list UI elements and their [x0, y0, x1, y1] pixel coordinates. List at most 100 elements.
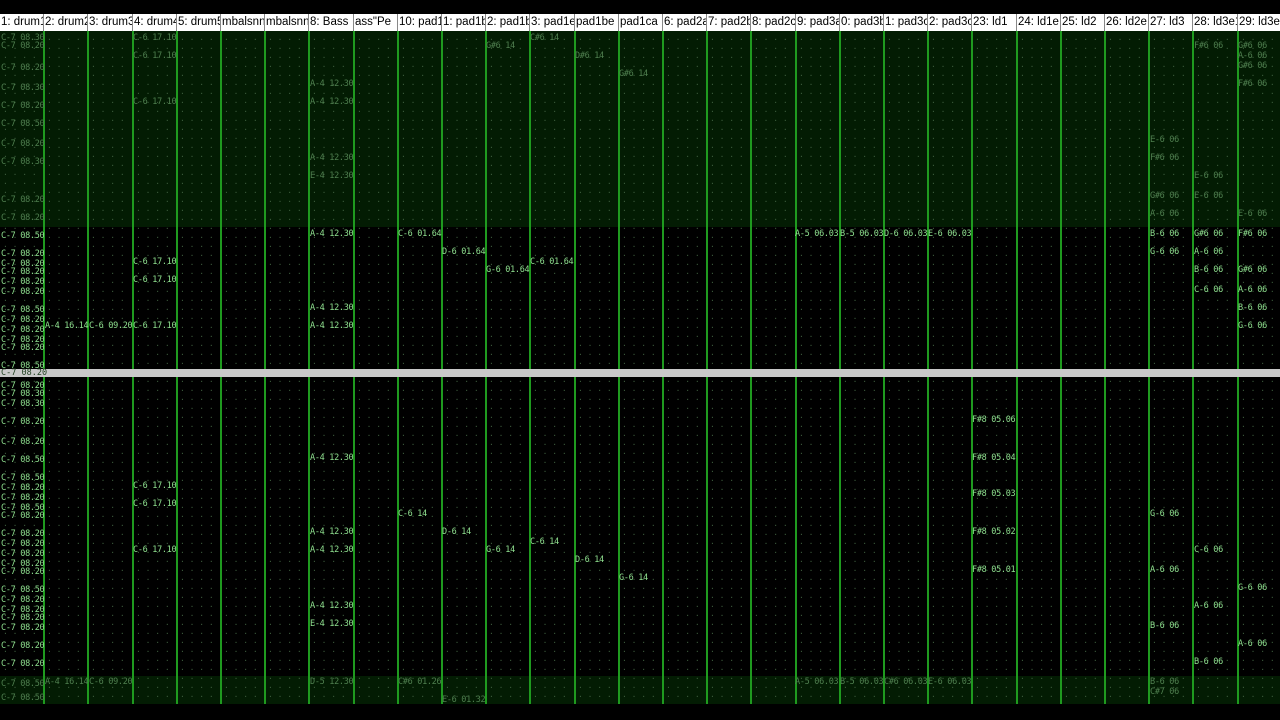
note-cell[interactable]: C-6 17.10	[133, 98, 177, 107]
channel-header-4[interactable]: 4: drum4	[133, 14, 177, 31]
channel-header-16[interactable]: 6: pad2a	[663, 14, 707, 31]
note-cell[interactable]: G-6 06	[1238, 584, 1267, 593]
row-note-cell[interactable]: C-7 08.20	[1, 550, 45, 559]
note-cell[interactable]: F#6 06	[1150, 154, 1179, 163]
row-note-cell[interactable]: C-7 08.20	[1, 288, 45, 297]
row-note-cell[interactable]: C-7 08.20	[1, 196, 45, 205]
row-note-cell[interactable]: C-7 08.20	[1, 540, 45, 549]
row-note-cell[interactable]: C-7 08.50	[1, 456, 45, 465]
note-cell[interactable]: E-6 06	[1150, 136, 1179, 145]
channel-header-17[interactable]: 7: pad2b	[707, 14, 751, 31]
row-note-cell[interactable]: C-7 08.30	[1, 84, 45, 93]
note-cell[interactable]: A-4 12.30	[310, 602, 354, 611]
note-cell[interactable]: F#8 05.04	[972, 454, 1016, 463]
note-cell[interactable]: D#6 14	[575, 52, 604, 61]
channel-header-5[interactable]: 5: drum5	[177, 14, 221, 31]
note-cell[interactable]: A-4 12.30	[310, 98, 354, 107]
playback-cursor-row[interactable]	[0, 369, 1280, 377]
note-cell[interactable]: F#8 05.02	[972, 528, 1016, 537]
channel-header-11[interactable]: 1: pad1b	[442, 14, 486, 31]
row-note-cell[interactable]: C-7 08.20	[1, 102, 45, 111]
note-cell[interactable]: A-4 12.30	[310, 454, 354, 463]
channel-header-9[interactable]: ass"Pe	[354, 14, 398, 31]
row-note-cell[interactable]: C-7 08.20	[1, 614, 45, 623]
note-cell[interactable]: C-6 01.64	[530, 258, 574, 267]
note-cell[interactable]: B-6 06	[1194, 266, 1223, 275]
note-cell[interactable]: A-6 06	[1194, 248, 1223, 257]
channel-header-6[interactable]: mbalsnn	[221, 14, 265, 31]
note-cell[interactable]: C-6 17.10	[133, 52, 177, 61]
channel-header-25[interactable]: 25: ld2	[1061, 14, 1105, 31]
row-note-cell[interactable]: C-7 08.50	[1, 694, 45, 703]
row-note-cell[interactable]: C-7 08.20	[1, 316, 45, 325]
channel-header-21[interactable]: 1: pad3c	[884, 14, 928, 31]
note-cell[interactable]: A-6 06	[1238, 52, 1267, 61]
row-note-cell[interactable]: C-7 08.20	[1, 642, 45, 651]
channel-header-27[interactable]: 27: ld3	[1149, 14, 1193, 31]
note-cell[interactable]: G#6 06	[1194, 230, 1223, 239]
note-cell[interactable]: E-6 01.32	[442, 696, 486, 705]
channel-header-19[interactable]: 9: pad3a	[796, 14, 840, 31]
row-note-cell[interactable]: C-7 08.50	[1, 680, 45, 689]
row-note-cell[interactable]: C-7 08.20	[1, 64, 45, 73]
row-note-cell[interactable]: C-7 08.20	[1, 438, 45, 447]
note-cell[interactable]: C-6 17.10	[133, 546, 177, 555]
note-cell[interactable]: A-4 16.14	[45, 678, 89, 687]
channel-header-7[interactable]: mbalsnn	[265, 14, 309, 31]
note-cell[interactable]: A-5 06.03	[795, 230, 839, 239]
note-cell[interactable]: A-6 06	[1238, 640, 1267, 649]
row-note-cell[interactable]: C-7 08.20	[1, 278, 45, 287]
note-cell[interactable]: A-4 12.30	[310, 80, 354, 89]
note-cell[interactable]: F#6 06	[1194, 42, 1223, 51]
channel-header-24[interactable]: 24: ld1e	[1017, 14, 1061, 31]
channel-header-18[interactable]: 8: pad2c	[751, 14, 796, 31]
row-note-cell[interactable]: C-7 08.20	[1, 494, 45, 503]
row-note-cell[interactable]: C-7 08.20	[1, 530, 45, 539]
note-cell[interactable]: E-6 06.03	[928, 230, 972, 239]
note-cell[interactable]: C-6 17.10	[133, 276, 177, 285]
note-cell[interactable]: C-6 17.10	[133, 322, 177, 331]
note-cell[interactable]: A-6 06	[1238, 286, 1267, 295]
row-note-cell[interactable]: C-7 08.20	[1, 660, 45, 669]
channel-header-23[interactable]: 23: ld1	[972, 14, 1017, 31]
row-note-cell[interactable]: C-7 08.20	[1, 344, 45, 353]
note-cell[interactable]: F#8 05.01	[972, 566, 1016, 575]
row-note-cell[interactable]: C-7 08.20	[1, 214, 45, 223]
note-cell[interactable]: G-6 06	[1150, 510, 1179, 519]
note-cell[interactable]: E-4 12.30	[310, 172, 354, 181]
note-cell[interactable]: B-6 06	[1194, 658, 1223, 667]
note-cell[interactable]: F#8 05.03	[972, 490, 1016, 499]
row-note-cell[interactable]: C-7 08.20	[1, 418, 45, 427]
note-cell[interactable]: B-5 06.03	[840, 678, 884, 687]
note-cell[interactable]: C-6 06	[1194, 546, 1223, 555]
note-cell[interactable]: C#7 06	[1150, 688, 1179, 697]
channel-header-13[interactable]: 3: pad1e	[530, 14, 575, 31]
note-cell[interactable]: C#6 06.03	[884, 678, 928, 687]
note-cell[interactable]: D-5 12.30	[310, 678, 354, 687]
note-cell[interactable]: B-6 06	[1150, 622, 1179, 631]
note-cell[interactable]: G-6 14	[619, 574, 648, 583]
note-cell[interactable]: A-6 06	[1150, 210, 1179, 219]
note-cell[interactable]: G-6 01.64	[486, 266, 530, 275]
note-cell[interactable]: B-6 06	[1238, 304, 1267, 313]
channel-header-28[interactable]: 28: ld3e1	[1193, 14, 1238, 31]
note-cell[interactable]: C-6 09.20	[89, 322, 133, 331]
channel-header-1[interactable]: 1: drum1	[0, 14, 44, 31]
cursor-row-note[interactable]: C-7 08.20	[1, 369, 47, 378]
note-cell[interactable]: E-4 12.30	[310, 620, 354, 629]
note-cell[interactable]: C-6 17.10	[133, 258, 177, 267]
note-cell[interactable]: A-6 06	[1194, 602, 1223, 611]
note-cell[interactable]: A-4 12.30	[310, 154, 354, 163]
channel-header-8[interactable]: 8: Bass	[309, 14, 354, 31]
channel-header-3[interactable]: 3: drum3	[88, 14, 133, 31]
note-cell[interactable]: E-6 06	[1238, 210, 1267, 219]
note-cell[interactable]: G#6 14	[619, 70, 648, 79]
row-note-cell[interactable]: C-7 08.20	[1, 484, 45, 493]
note-cell[interactable]: E-6 06	[1194, 172, 1223, 181]
row-note-cell[interactable]: C-7 08.30	[1, 400, 45, 409]
channel-header-26[interactable]: 26: ld2e	[1105, 14, 1149, 31]
note-cell[interactable]: C#6 14	[530, 34, 559, 43]
note-cell[interactable]: C-6 17.10	[133, 34, 177, 43]
note-cell[interactable]: C-6 09.20	[89, 678, 133, 687]
channel-header-20[interactable]: 0: pad3b	[840, 14, 884, 31]
